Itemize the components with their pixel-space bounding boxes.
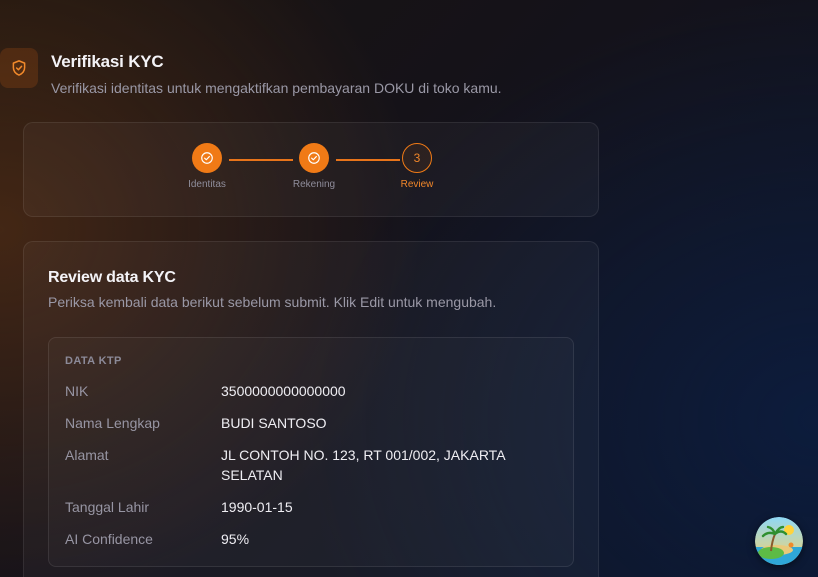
floating-avatar-button[interactable] <box>755 517 803 565</box>
step-review[interactable]: 3 Review <box>387 143 447 190</box>
step-review-number: 3 <box>402 143 432 173</box>
shield-check-icon <box>12 60 26 76</box>
step-review-label: Review <box>400 179 434 190</box>
data-label: AI Confidence <box>65 531 153 547</box>
kyc-stepper: Identitas Rekening 3 Review <box>23 122 599 217</box>
step-rekening-label: Rekening <box>292 179 336 190</box>
data-label: NIK <box>65 383 89 399</box>
data-value: BUDI SANTOSO <box>221 415 327 431</box>
step-identitas[interactable]: Identitas <box>177 143 237 190</box>
beach-island-avatar-icon <box>755 517 803 565</box>
data-label: Alamat <box>65 447 109 463</box>
step-identitas-indicator <box>192 143 222 173</box>
data-value: 95% <box>221 531 250 547</box>
step-rekening[interactable]: Rekening <box>284 143 344 190</box>
page-title: Verifikasi KYC <box>51 52 164 71</box>
review-card: Review data KYC Periksa kembali data ber… <box>23 241 599 577</box>
page-subtitle: Verifikasi identitas untuk mengaktifkan … <box>51 80 502 96</box>
data-value: 1990-01-15 <box>221 499 293 515</box>
data-label: Nama Lengkap <box>65 415 160 431</box>
kyc-header-icon-badge <box>0 48 38 88</box>
kyc-page: Verifikasi KYC Verifikasi identitas untu… <box>0 0 818 577</box>
data-value: JL CONTOH NO. 123, RT 001/002, JAKARTA S… <box>221 447 505 483</box>
review-title: Review data KYC <box>48 269 176 286</box>
step-identitas-label: Identitas <box>188 179 226 190</box>
ktp-section-heading: DATA KTP <box>65 355 122 367</box>
ktp-data-section: DATA KTP NIK 3500000000000000 Nama Lengk… <box>48 337 574 567</box>
data-value: 3500000000000000 <box>221 383 346 399</box>
step-rekening-indicator <box>299 143 329 173</box>
check-circle-icon <box>201 152 213 164</box>
review-subtitle: Periksa kembali data berikut sebelum sub… <box>48 294 497 310</box>
check-circle-icon <box>308 152 320 164</box>
data-label: Tanggal Lahir <box>65 499 150 515</box>
